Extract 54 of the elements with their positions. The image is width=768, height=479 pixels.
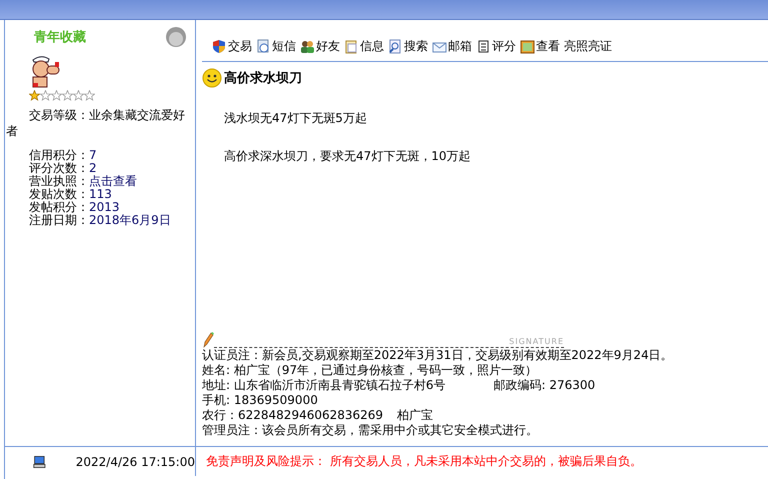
pencil-icon (202, 332, 214, 348)
trade-level: 交易等级：业余集藏交流爱好者 (6, 107, 186, 139)
smiley-icon (202, 68, 222, 88)
toolbar-link[interactable]: 邮箱 (448, 38, 472, 55)
computer-icon (33, 454, 46, 470)
signature-line: 姓名: 柏广宝（97年，已通过身份核查，号码一致，照片一致） (202, 363, 538, 378)
star-icon (29, 90, 40, 101)
field-label: 评分次数： (29, 161, 89, 175)
bank-account: 农行：6228482946062836269 (202, 408, 384, 423)
field-value: 点击查看 (89, 174, 137, 188)
search-icon[interactable] (388, 39, 403, 54)
username: 青年收藏 (34, 29, 86, 46)
post-paragraph: 浅水坝无47灯下无斑5万起 (224, 110, 368, 126)
field-value: 2013 (89, 200, 120, 214)
toolbar-link[interactable]: 评分 (492, 38, 516, 55)
picture-icon[interactable] (520, 39, 535, 54)
toolbar-link[interactable]: 亮照亮证 (564, 38, 612, 55)
signature-line: 认证员注：新会员,交易观察期至2022年3月31日，交易级别有效期至2022年9月24日。 (202, 348, 674, 363)
field-value: 113 (89, 187, 112, 201)
toolbar-link[interactable]: 搜索 (404, 38, 428, 55)
field-label: 营业执照： (29, 174, 89, 188)
star-icon (62, 90, 73, 101)
toolbar-link[interactable]: 信息 (360, 38, 384, 55)
disclaimer: 免责声明及风险提示： 所有交易人员，凡未采用本站中介交易的，被骗后果自负。 (206, 453, 642, 470)
shield-icon[interactable] (212, 39, 227, 54)
post-time: 2022/4/26 17:15:00 (76, 454, 195, 468)
admin-note: 管理员注：该会员所有交易，需采用中介或其它安全模式进行。 (202, 423, 539, 438)
avatar-icon (165, 26, 187, 48)
message-icon[interactable] (256, 39, 271, 54)
field-value: 2 (89, 161, 97, 175)
field-value: 7 (89, 148, 97, 162)
toolbar-link[interactable]: 好友 (316, 38, 340, 55)
postcode: 邮政编码: 276300 (494, 378, 596, 393)
toolbar-link[interactable]: 交易 (228, 38, 252, 55)
clipboard-icon[interactable] (344, 39, 359, 54)
field-label: 发帖积分： (29, 200, 89, 214)
field-label: 注册日期： (29, 213, 89, 227)
field-label: 发贴次数： (29, 187, 89, 201)
toolbar-link[interactable]: 查看 (536, 38, 560, 55)
star-icon (40, 90, 51, 101)
post-title: 高价求水坝刀 (224, 70, 302, 87)
signature-mark: SIGNATURE (509, 336, 564, 348)
toolbar-link[interactable]: 短信 (272, 38, 296, 55)
star-icon (51, 90, 62, 101)
signature-line: 手机: 18369509000 (202, 393, 319, 408)
post-paragraph: 高价求深水坝刀，要求无47灯下无斑，10万起 (224, 148, 472, 164)
field-value: 2018年6月9日 (89, 213, 171, 227)
field-label: 信用积分： (29, 148, 89, 162)
account-holder: 柏广宝 (397, 408, 434, 423)
people-icon[interactable] (300, 39, 315, 54)
note-icon[interactable] (476, 39, 491, 54)
star-icon (73, 90, 84, 101)
star-icon (84, 90, 95, 101)
address-line: 地址: 山东省临沂市沂南县青驼镇石拉子村6号 (202, 378, 446, 393)
